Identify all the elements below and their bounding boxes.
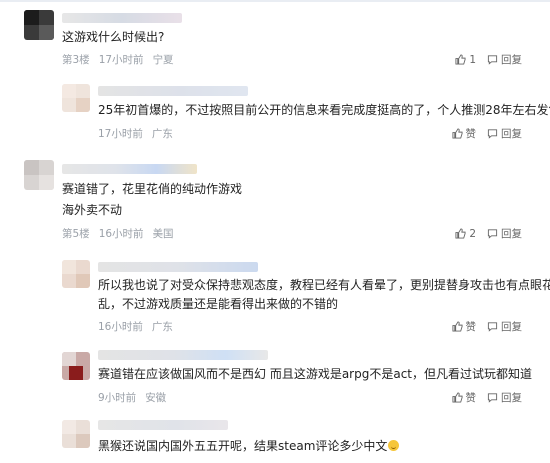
comment-text-line1: 所以我也说了对受众保持悲观态度，教程已经有人看晕了，更别提替身攻击也有点眼花缭 (98, 278, 550, 292)
like-button[interactable]: 赞 (451, 390, 477, 405)
reply-button[interactable]: 回复 (487, 390, 522, 405)
location: 广东 (151, 321, 173, 333)
comment-meta: 第3楼 17小时前 宁夏 (62, 52, 183, 67)
avatar[interactable] (62, 84, 90, 112)
comment-text: 25年初首爆的，不过按照目前公开的信息来看完成度挺高的了，个人推测28年左右发售 (98, 103, 550, 117)
like-label: 赞 (465, 392, 477, 404)
like-button[interactable]: 2 (455, 228, 476, 240)
comment-text-line1: 赛道错了，花里花俏的纯动作游戏 (62, 182, 243, 196)
comment-actions: 赞 回复 (441, 126, 522, 141)
reply-button[interactable]: 回复 (487, 52, 522, 67)
comment-text: 赛道错在应该做国风而不是西幻 而且这游戏是arpg不是act，但凡看过试玩都知道 (98, 367, 532, 381)
comment-floor-5: 赛道错了，花里花俏的纯动作游戏 海外卖不动 第5楼 16小时前 美国 2 回复 (0, 150, 550, 250)
reply-icon (487, 322, 498, 332)
like-button[interactable]: 1 (455, 54, 476, 66)
comment-meta: 16小时前 广东 (98, 319, 182, 334)
like-count: 1 (469, 53, 476, 66)
reply-icon (487, 55, 498, 65)
reply-icon (487, 229, 498, 239)
comment-text-line2: 海外卖不动 (62, 203, 123, 217)
location: 安徽 (145, 392, 167, 404)
comment-meta: 第5楼 16小时前 美国 (62, 226, 183, 241)
comment-actions: 1 回复 (444, 52, 522, 67)
reply-button[interactable]: 回复 (487, 126, 522, 141)
reply-label: 回复 (501, 228, 522, 240)
timestamp: 16小时前 (98, 228, 144, 240)
username-blurred[interactable] (62, 13, 182, 23)
reply-label: 回复 (501, 128, 522, 140)
location: 美国 (152, 228, 174, 240)
location: 宁夏 (152, 54, 174, 66)
timestamp: 17小时前 (98, 54, 144, 66)
reply-comment: 黑猴还说国内国外五五开呢，结果steam评论多少中文 (0, 412, 550, 463)
thumbs-up-icon (455, 228, 466, 239)
reply-comment: 赛道错在应该做国风而不是西幻 而且这游戏是arpg不是act，但凡看过试玩都知道… (0, 342, 550, 412)
timestamp: 17小时前 (98, 128, 143, 140)
username-blurred[interactable] (62, 164, 197, 174)
reply-comment: 25年初首爆的，不过按照目前公开的信息来看完成度挺高的了，个人推测28年左右发售… (0, 70, 550, 150)
smile-emoji-icon (388, 440, 400, 451)
comment-meta: 9小时前 安徽 (98, 390, 175, 405)
username-blurred[interactable] (98, 262, 258, 272)
thumbs-up-icon (451, 321, 463, 332)
avatar[interactable] (62, 352, 90, 380)
thumbs-up-icon (451, 392, 463, 403)
timestamp: 16小时前 (98, 321, 143, 333)
like-button[interactable]: 赞 (451, 319, 477, 334)
comment-actions: 2 回复 (444, 226, 522, 241)
avatar[interactable] (62, 420, 90, 448)
comment-text: 黑猴还说国内国外五五开呢，结果steam评论多少中文 (98, 436, 400, 456)
reply-icon (487, 393, 498, 403)
reply-label: 回复 (501, 392, 522, 404)
reply-label: 回复 (501, 321, 522, 333)
comment-floor-3: 这游戏什么时候出? 第3楼 17小时前 宁夏 1 回复 (0, 0, 550, 70)
avatar[interactable] (24, 160, 54, 190)
thumbs-up-icon (451, 128, 463, 139)
comment-meta: 17小时前 广东 (98, 126, 182, 141)
location: 广东 (151, 128, 173, 140)
reply-button[interactable]: 回复 (487, 319, 522, 334)
username-blurred[interactable] (98, 86, 248, 96)
reply-label: 回复 (501, 54, 522, 66)
comment-actions: 赞 回复 (441, 319, 522, 334)
floor-number: 第3楼 (62, 54, 90, 66)
timestamp: 9小时前 (98, 392, 137, 404)
like-label: 赞 (465, 321, 477, 333)
reply-icon (487, 129, 498, 139)
username-blurred[interactable] (98, 350, 268, 360)
comment-text-line2: 乱，不过游戏质量还是能看得出来做的不错的 (98, 297, 339, 311)
comment-text: 这游戏什么时候出? (62, 30, 165, 44)
thumbs-up-icon (455, 54, 466, 65)
like-count: 2 (469, 227, 476, 240)
username-blurred[interactable] (98, 420, 228, 430)
reply-button[interactable]: 回复 (487, 226, 522, 241)
comment-actions: 赞 回复 (441, 390, 522, 405)
avatar[interactable] (24, 10, 54, 40)
like-button[interactable]: 赞 (451, 126, 477, 141)
like-label: 赞 (465, 128, 477, 140)
avatar[interactable] (62, 260, 90, 288)
floor-number: 第5楼 (62, 228, 90, 240)
reply-comment: 所以我也说了对受众保持悲观态度，教程已经有人看晕了，更别提替身攻击也有点眼花缭 … (0, 250, 550, 342)
